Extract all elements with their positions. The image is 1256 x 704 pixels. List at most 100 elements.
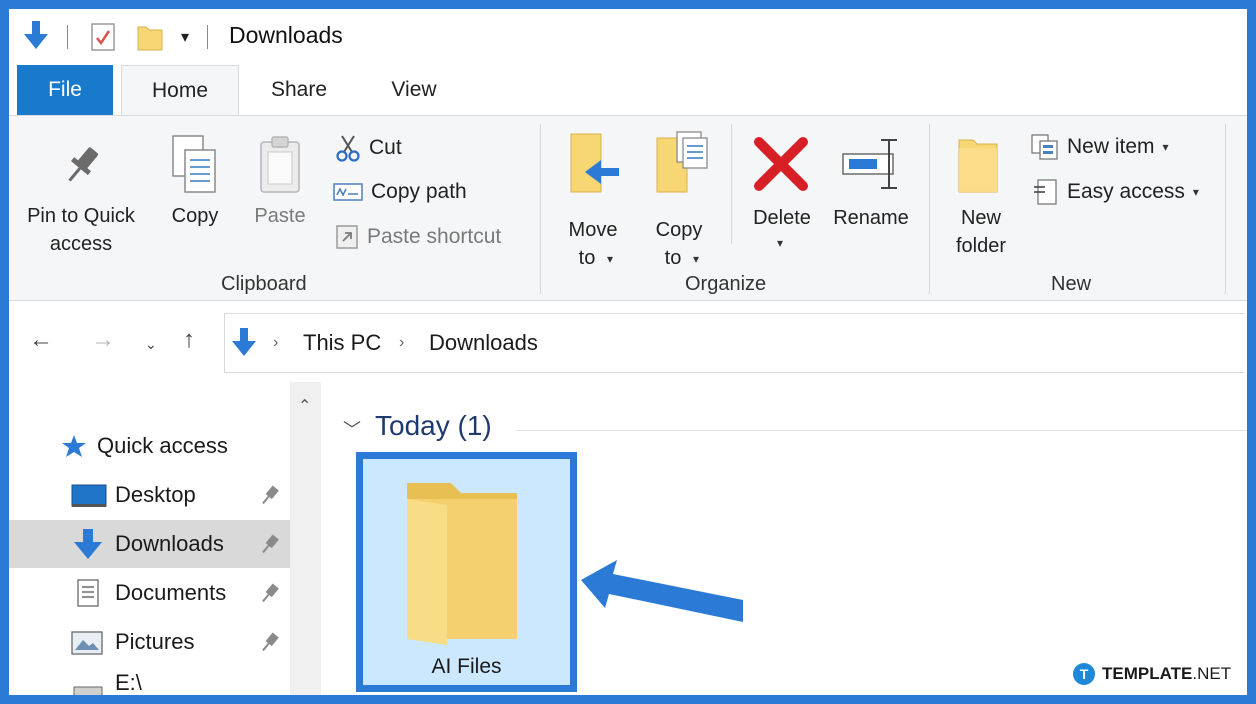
new-item-label: New item [1067, 135, 1155, 158]
nav-item-label: Pictures [115, 629, 195, 654]
easy-access-button[interactable]: Easy access ▾ [1033, 178, 1199, 206]
paste-shortcut-label: Paste shortcut [367, 225, 502, 248]
group-separator [731, 124, 732, 244]
pinned-icon [262, 534, 279, 554]
quick-access-star-icon [62, 435, 86, 457]
new-folder-button[interactable]: New folder [943, 132, 1019, 262]
organize-group-label: Organize [685, 273, 767, 295]
window-title: Downloads [229, 22, 343, 48]
nav-item-label: Desktop [115, 482, 196, 507]
tab-home[interactable]: Home [121, 65, 239, 116]
collapse-group-chevron-icon[interactable]: ﹀ [343, 416, 361, 442]
nav-item-quick-access[interactable]: Quick access [9, 422, 290, 470]
forward-arrow-icon[interactable]: → [91, 328, 115, 352]
nav-item-documents[interactable]: Documents [9, 569, 290, 617]
navigation-pane-scrollbar[interactable]: ⌃ [290, 382, 321, 695]
group-header-rule [516, 430, 1247, 431]
qa-separator [207, 25, 208, 49]
breadcrumb-separator-icon: › [399, 334, 405, 351]
nav-item-label: E:\ [115, 670, 142, 695]
nav-item-label: Downloads [115, 531, 224, 556]
move-to-button[interactable]: Move to ▾ [557, 130, 629, 280]
new-group-label: New [1051, 273, 1092, 295]
qa-separator [67, 25, 68, 49]
up-arrow-icon[interactable]: ↑ [183, 328, 195, 352]
copy-label: Copy [171, 205, 219, 227]
rename-icon [842, 139, 897, 189]
tab-file[interactable]: File [17, 65, 113, 115]
rename-label: Rename [833, 207, 909, 229]
pin-icon [68, 147, 98, 182]
copy-button[interactable]: Copy [159, 132, 231, 242]
new-item-button[interactable]: New item ▾ [1031, 134, 1169, 160]
copy-path-button[interactable]: Copy path [333, 180, 467, 204]
move-to-label-line2: to [578, 247, 596, 269]
downloads-arrow-icon [74, 529, 102, 559]
delete-x-icon [754, 137, 808, 191]
dropdown-caret-icon: ▾ [693, 252, 700, 266]
pinned-icon [262, 485, 279, 505]
quick-access-customize-icon[interactable]: ▾ [181, 27, 189, 47]
scroll-up-chevron-icon[interactable]: ⌃ [298, 396, 311, 416]
tab-view[interactable]: View [374, 65, 454, 115]
pin-label-line1: Pin to Quick [27, 205, 135, 227]
scissors-icon [336, 135, 360, 162]
paste-shortcut-button[interactable]: Paste shortcut [335, 224, 501, 250]
copy-path-icon [333, 183, 363, 201]
drive-icon [73, 686, 103, 695]
navigation-pane: Quick access Desktop Downloads Documents [9, 382, 321, 695]
pin-to-quick-access-button[interactable]: Pin to Quick access [11, 136, 151, 266]
navigation-bar: ← → ⌄ ↑ › This PC › Downloads [9, 302, 1247, 382]
pinned-icon [262, 632, 279, 652]
move-to-label-line1: Move [568, 219, 618, 241]
rename-button[interactable]: Rename [825, 132, 917, 242]
copy-to-button[interactable]: Copy to ▾ [643, 128, 715, 278]
delete-button[interactable]: Delete ▾ [739, 132, 825, 262]
watermark-logo: T TEMPLATE.NET [1073, 663, 1231, 685]
back-arrow-icon[interactable]: ← [29, 328, 53, 352]
watermark-brand: TEMPLATE [1102, 664, 1193, 683]
breadcrumb-separator-icon: › [273, 334, 279, 351]
cut-label: Cut [369, 136, 402, 159]
downloads-arrow-icon [232, 328, 256, 356]
nav-item-label: Quick access [97, 433, 228, 458]
dropdown-caret-icon: ▾ [1162, 140, 1169, 154]
move-to-icon [570, 133, 619, 193]
new-folder-label-line2: folder [955, 235, 1007, 257]
folder-name: AI Files [431, 655, 502, 678]
easy-access-icon [1034, 179, 1057, 205]
tab-share[interactable]: Share [259, 65, 339, 115]
nav-item-drive-e[interactable]: E:\ [9, 667, 290, 695]
new-folder-label-line1: New [960, 207, 1001, 229]
group-header-today[interactable]: Today (1) [375, 410, 492, 442]
group-separator [540, 124, 541, 294]
watermark-suffix: .NET [1192, 664, 1232, 683]
group-separator [929, 124, 930, 294]
paste-button[interactable]: Paste [245, 132, 315, 242]
recent-locations-chevron-icon[interactable]: ⌄ [145, 332, 157, 356]
copy-to-label-line1: Copy [655, 219, 703, 241]
breadcrumb-downloads[interactable]: Downloads [429, 330, 538, 356]
new-item-icon [1031, 134, 1058, 160]
dropdown-caret-icon: ▾ [607, 252, 614, 266]
new-folder-qa-icon[interactable] [137, 23, 163, 51]
nav-item-pictures[interactable]: Pictures [9, 618, 290, 666]
copy-path-label: Copy path [371, 180, 467, 203]
address-bar[interactable]: › This PC › Downloads [224, 313, 1244, 373]
folder-icon [407, 483, 517, 645]
nav-item-downloads[interactable]: Downloads [9, 520, 290, 568]
breadcrumb-this-pc[interactable]: This PC [303, 330, 381, 356]
desktop-icon [71, 484, 107, 507]
easy-access-label: Easy access [1067, 180, 1185, 203]
cut-button[interactable]: Cut [335, 134, 402, 162]
file-list: ﹀ Today (1) AI Files [321, 382, 1247, 695]
downloads-arrow-icon[interactable] [23, 21, 49, 51]
watermark-badge: T [1073, 663, 1095, 685]
properties-icon[interactable] [91, 23, 115, 51]
ribbon-home: Pin to Quick access Copy Paste Cut Copy … [9, 115, 1247, 301]
pin-label-line2: access [49, 233, 113, 255]
nav-item-desktop[interactable]: Desktop [9, 471, 290, 519]
folder-tile-ai-files[interactable]: AI Files [356, 452, 577, 692]
new-folder-icon [958, 139, 998, 193]
clipboard-group-label: Clipboard [221, 273, 307, 295]
